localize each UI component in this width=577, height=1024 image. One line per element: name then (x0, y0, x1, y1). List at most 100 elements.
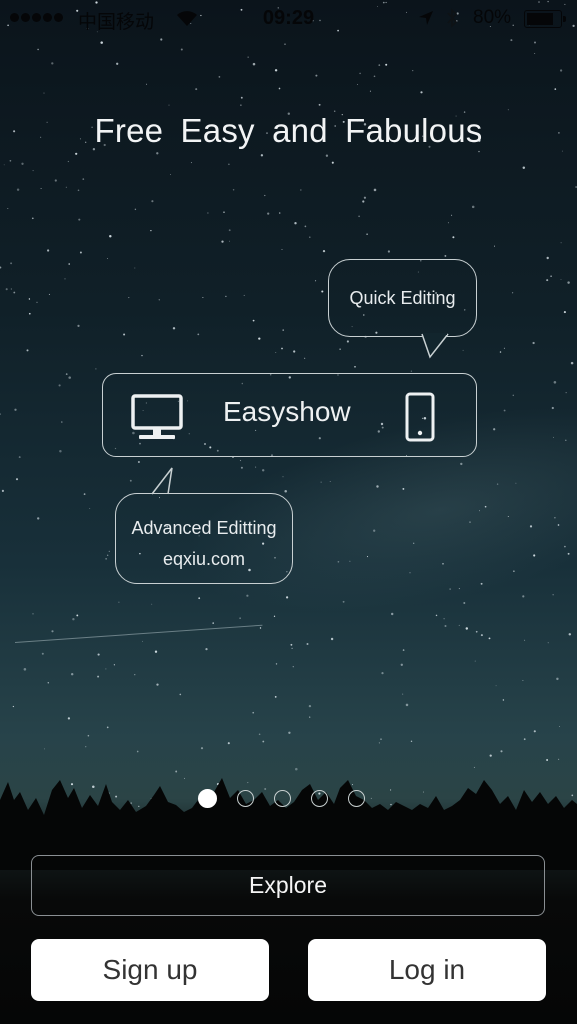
star (554, 88, 557, 90)
star (274, 695, 277, 698)
star (567, 552, 570, 555)
star (560, 242, 562, 244)
star (499, 351, 502, 353)
star (304, 357, 306, 359)
star (156, 152, 159, 155)
star (500, 750, 503, 753)
star (309, 236, 311, 238)
star (65, 373, 68, 375)
star (291, 647, 293, 650)
star (285, 596, 289, 599)
star (557, 524, 560, 526)
star (458, 588, 460, 590)
page-dot[interactable] (237, 790, 254, 807)
star (275, 352, 277, 353)
advanced-editing-label: Advanced Editting (131, 518, 277, 538)
star (239, 617, 241, 619)
star (533, 730, 536, 733)
star (325, 154, 329, 157)
star (46, 249, 50, 252)
star (172, 327, 176, 330)
star (331, 161, 334, 164)
page-dot[interactable] (348, 790, 365, 807)
star (442, 562, 444, 565)
star (522, 595, 525, 598)
star (523, 738, 526, 741)
explore-button[interactable]: Explore (31, 855, 545, 916)
star (252, 319, 255, 322)
star (134, 267, 136, 269)
star (366, 233, 368, 235)
star (376, 485, 379, 488)
star (494, 245, 495, 247)
star (565, 392, 567, 394)
star (420, 91, 423, 94)
star (460, 462, 463, 466)
star (564, 545, 566, 548)
star (273, 615, 276, 617)
page-dot[interactable] (311, 790, 328, 807)
star (160, 38, 163, 41)
star (330, 637, 334, 641)
quick-editing-label: Quick Editing (349, 288, 456, 308)
sign-up-button[interactable]: Sign up (31, 939, 269, 1001)
star (123, 333, 126, 336)
star (557, 758, 560, 761)
star (10, 262, 13, 265)
star (118, 601, 120, 603)
star (3, 164, 5, 166)
star (243, 294, 245, 296)
star (82, 178, 85, 180)
star (278, 87, 281, 90)
star (281, 347, 283, 350)
star (561, 150, 563, 152)
star (228, 229, 231, 232)
star (534, 41, 536, 44)
star (141, 354, 143, 357)
star (529, 525, 533, 528)
star (385, 63, 388, 66)
star (465, 627, 469, 630)
star (412, 70, 414, 72)
battery-percent: 80% (473, 7, 512, 28)
star (134, 208, 137, 211)
star (308, 704, 312, 708)
star (113, 664, 116, 666)
star (240, 96, 243, 99)
star (54, 179, 57, 182)
star (315, 74, 318, 77)
page-dot[interactable] (198, 789, 217, 808)
star (513, 570, 515, 572)
star (10, 288, 12, 290)
star (134, 674, 136, 676)
star (116, 62, 119, 65)
star (320, 481, 322, 483)
star (16, 188, 20, 191)
star (142, 640, 143, 642)
star (402, 693, 404, 695)
star (274, 69, 278, 72)
star (31, 217, 34, 220)
star (21, 162, 24, 165)
star (100, 41, 103, 44)
star (337, 560, 340, 563)
star (567, 281, 570, 284)
star (44, 748, 45, 750)
star (357, 84, 358, 85)
page-indicator[interactable] (198, 789, 365, 808)
star (359, 72, 361, 75)
star (554, 517, 556, 519)
star (1, 489, 4, 492)
page-dot[interactable] (274, 790, 291, 807)
star (292, 666, 294, 668)
star (28, 312, 31, 315)
bubble-tail (151, 467, 173, 496)
star (560, 278, 562, 280)
star (97, 675, 100, 678)
star (387, 250, 391, 253)
star (70, 672, 74, 676)
star (496, 483, 499, 485)
log-in-button[interactable]: Log in (308, 939, 546, 1001)
battery-nub (563, 16, 566, 22)
star (304, 225, 307, 228)
